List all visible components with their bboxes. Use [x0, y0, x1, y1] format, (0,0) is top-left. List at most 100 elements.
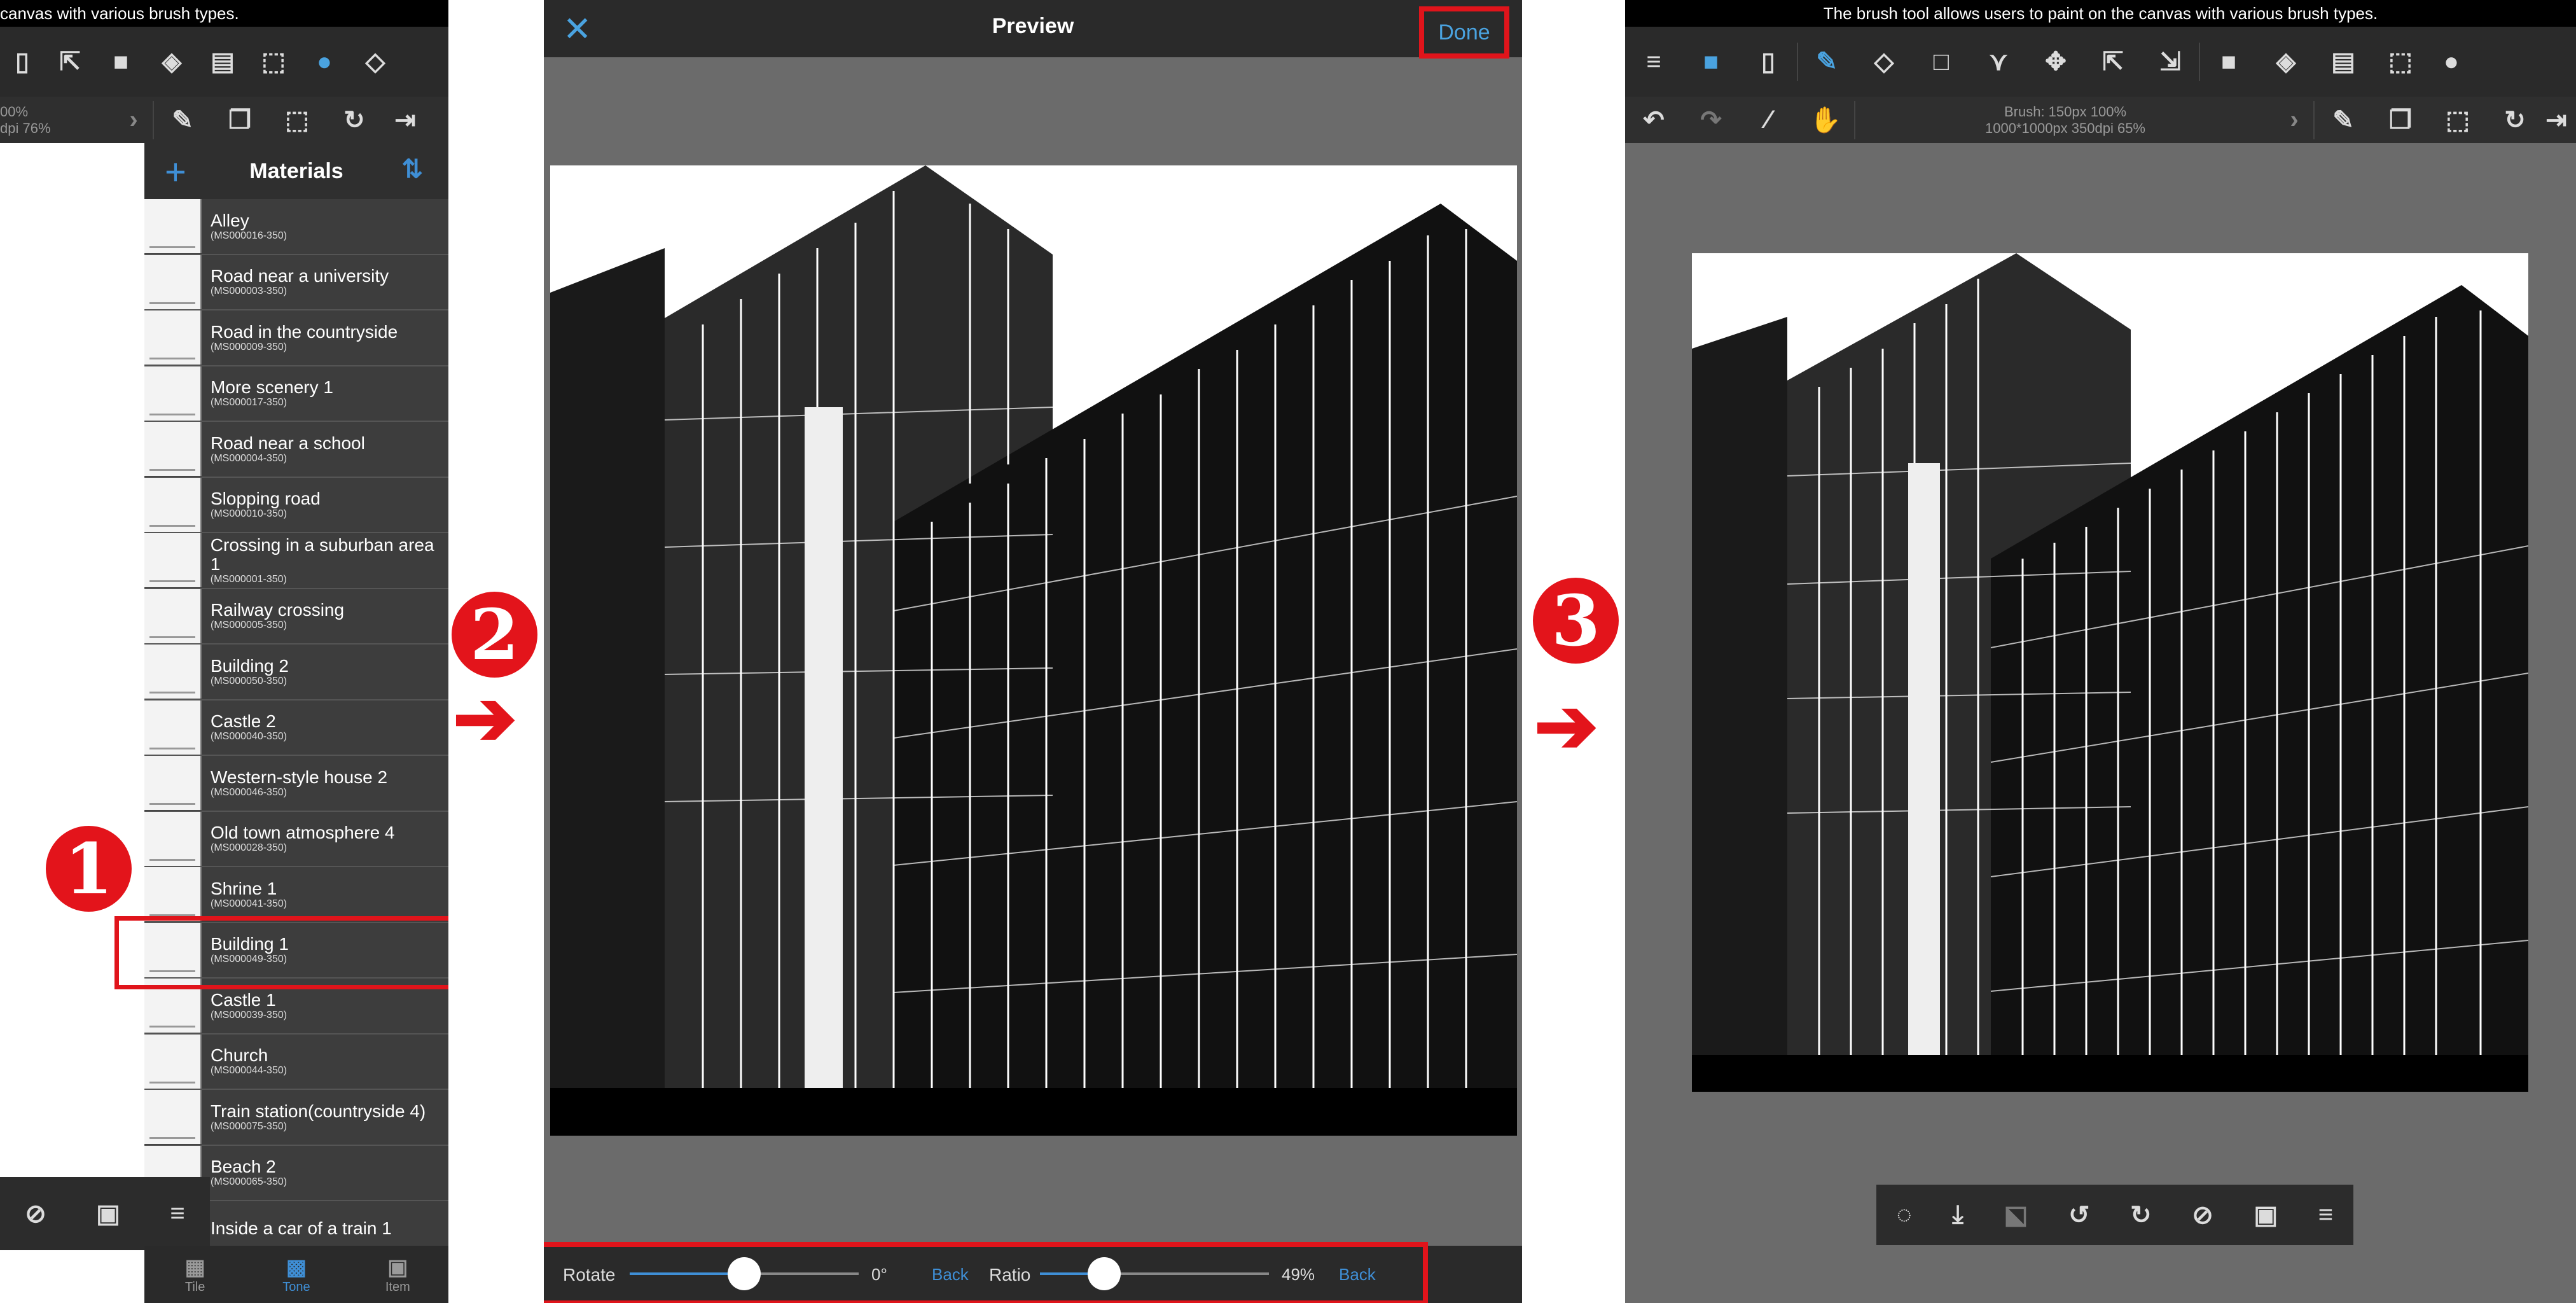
material-item[interactable]: Road in the countryside (MS000009-350) — [144, 310, 448, 366]
fill-icon[interactable]: ◈ — [2257, 47, 2315, 76]
shapes-icon[interactable]: ■ — [2200, 48, 2257, 76]
material-item[interactable]: Western-style house 2 (MS000046-350) — [144, 756, 448, 812]
selection-icon[interactable]: ⬚ — [268, 106, 326, 135]
copy-icon[interactable]: ❐ — [2372, 106, 2429, 135]
material-text: Castle 1 (MS000039-350) — [202, 990, 287, 1021]
material-thumbnail — [144, 645, 202, 699]
selection-icon[interactable]: ⬚ — [2429, 106, 2486, 135]
preview-controls: Rotate 0° Back Ratio 49% Back — [544, 1242, 1522, 1303]
building-illustration — [1692, 253, 2528, 1092]
eraser-icon[interactable]: ◇ — [1855, 47, 1913, 76]
edit-icon[interactable]: ▣ — [96, 1199, 120, 1229]
rotate-slider[interactable] — [630, 1257, 859, 1290]
rotate-reset-icon[interactable]: ⊘ — [25, 1199, 46, 1229]
copy-icon[interactable]: ❐ — [211, 106, 268, 135]
edit-icon[interactable]: ▣ — [2254, 1201, 2278, 1230]
menu-icon[interactable]: ≡ — [170, 1199, 184, 1228]
material-item[interactable]: Shrine 1 (MS000041-350) — [144, 867, 448, 923]
main-toolbar: ≡ ■ ▯ ✎ ◇ □ ⋎ ✥ ⇱ ⇲ ■ ◈ ▤ ⬚ ● — [1625, 27, 2576, 97]
material-text: Old town atmosphere 4 (MS000028-350) — [202, 823, 395, 854]
material-code: (MS000009-350) — [211, 341, 287, 352]
hand-icon[interactable]: ✋ — [1797, 105, 1854, 135]
tab-tone[interactable]: ▩ Tone — [246, 1246, 347, 1303]
tab-tile[interactable]: ▦ Tile — [144, 1246, 246, 1303]
material-item[interactable]: Old town atmosphere 4 (MS000028-350) — [144, 811, 448, 867]
material-item[interactable]: Railway crossing (MS000005-350) — [144, 589, 448, 645]
preview-screen: ✕ Preview Done Rotate 0° Back Ratio 49% … — [544, 0, 1522, 1303]
material-name: Building 2 — [211, 655, 289, 676]
gradient-icon[interactable]: ▤ — [2315, 47, 2372, 76]
material-name: More scenery 1 — [211, 377, 333, 398]
rotate-layer-icon[interactable]: ↻ — [2486, 106, 2544, 135]
material-item[interactable]: Church (MS000044-350) — [144, 1034, 448, 1090]
pen-icon[interactable]: ✎ — [2315, 106, 2372, 135]
material-item[interactable]: Slopping road (MS000010-350) — [144, 477, 448, 533]
canvas-bottom-bar: ◌ ⤓ ⬕ ↺ ↻ ⊘ ▣ ≡ — [1876, 1185, 2353, 1245]
rotate-back-button[interactable]: Back — [932, 1265, 969, 1285]
material-item[interactable]: Crossing in a suburban area 1 (MS000001-3… — [144, 533, 448, 589]
flip-icon[interactable]: ⇥ — [383, 106, 427, 135]
rotate-layer-icon[interactable]: ↻ — [326, 106, 383, 135]
undo-icon[interactable]: ↶ — [1625, 106, 1682, 135]
ratio-knob[interactable] — [1087, 1257, 1121, 1290]
add-icon[interactable]: + — [165, 151, 186, 193]
menu-icon[interactable]: ≡ — [2318, 1201, 2333, 1229]
material-code: (MS000039-350) — [211, 1009, 287, 1021]
clear-icon[interactable]: ⬕ — [2004, 1201, 2028, 1230]
chevron-right-icon[interactable]: › — [114, 106, 153, 134]
eyedropper-icon[interactable]: ⁄ — [1740, 106, 1797, 134]
ratio-slider[interactable] — [1040, 1257, 1269, 1290]
select-icon[interactable]: ⬚ — [2372, 47, 2429, 76]
chevron-right-icon[interactable]: › — [2275, 106, 2313, 134]
rotate-left-icon[interactable]: ↺ — [2068, 1201, 2090, 1230]
material-text: Road near a university (MS000003-350) — [202, 267, 389, 297]
material-item[interactable]: More scenery 1 (MS000017-350) — [144, 366, 448, 422]
square-icon[interactable]: □ — [1913, 48, 1970, 76]
material-item[interactable]: Castle 2 (MS000040-350) — [144, 700, 448, 756]
warp-icon[interactable]: ⇲ — [2142, 47, 2199, 76]
redo-icon[interactable]: ↷ — [1682, 106, 1740, 135]
speech-bubble-icon[interactable]: ● — [299, 48, 350, 76]
material-name: Crossing in a suburban area 1 — [210, 534, 434, 574]
material-text: Castle 2 (MS000040-350) — [202, 712, 287, 742]
ratio-back-button[interactable]: Back — [1339, 1265, 1376, 1285]
color-icon[interactable]: ■ — [1682, 48, 1740, 76]
layer-icon[interactable]: ▯ — [1740, 47, 1797, 76]
brush-icon[interactable]: ✎ — [1798, 47, 1855, 76]
material-item[interactable]: Road near a school (MS000004-350) — [144, 422, 448, 478]
material-item[interactable]: Alley (MS000016-350) — [144, 199, 448, 255]
rotate-right-icon[interactable]: ↻ — [2130, 1201, 2152, 1230]
shapes-icon[interactable]: ■ — [95, 48, 146, 76]
material-item[interactable]: Road near a university (MS000003-350) — [144, 254, 448, 310]
material-text: Building 2 (MS000050-350) — [202, 655, 289, 687]
done-button[interactable]: Done — [1419, 6, 1509, 59]
transform-icon[interactable]: ⇱ — [45, 47, 95, 76]
flip-icon[interactable]: ⇥ — [2544, 106, 2569, 135]
select-icon[interactable]: ⬚ — [248, 47, 299, 76]
layers-icon[interactable]: ◇ — [350, 47, 401, 76]
pen-icon[interactable]: ✎ — [154, 106, 211, 135]
brush-line2: 1000*1000px 350dpi 65% — [1984, 120, 2145, 136]
gradient-icon[interactable]: ▤ — [197, 47, 248, 76]
canvas-bottom-bar: ⊘ ▣ ≡ — [0, 1177, 210, 1250]
move-icon[interactable]: ✥ — [2027, 47, 2084, 76]
tab-item[interactable]: ▣ Item — [347, 1246, 448, 1303]
fill-icon[interactable]: ◈ — [146, 47, 197, 76]
layer-icon[interactable]: ▯ — [0, 47, 45, 76]
speech-bubble-icon[interactable]: ● — [2429, 48, 2474, 76]
material-text: More scenery 1 (MS000017-350) — [202, 378, 333, 408]
sort-icon[interactable]: ⇅ — [401, 155, 423, 184]
vector-icon[interactable]: ⋎ — [1970, 47, 2027, 76]
material-text: Slopping road (MS000010-350) — [202, 489, 321, 520]
rotate-knob[interactable] — [728, 1257, 761, 1290]
menu-icon[interactable]: ≡ — [1625, 48, 1682, 76]
canvas[interactable] — [1692, 253, 2528, 1092]
material-code: (MS000010-350) — [211, 508, 287, 520]
material-thumbnail — [144, 756, 202, 811]
rotate-reset-icon[interactable]: ⊘ — [2192, 1201, 2213, 1230]
lasso-icon[interactable]: ◌ — [1897, 1201, 1912, 1229]
import-icon[interactable]: ⤓ — [1952, 1201, 1963, 1229]
transform-icon[interactable]: ⇱ — [2084, 47, 2142, 76]
material-item[interactable]: Train station(countryside 4) (MS000075-35… — [144, 1090, 448, 1146]
material-item[interactable]: Building 2 (MS000050-350) — [144, 645, 448, 700]
